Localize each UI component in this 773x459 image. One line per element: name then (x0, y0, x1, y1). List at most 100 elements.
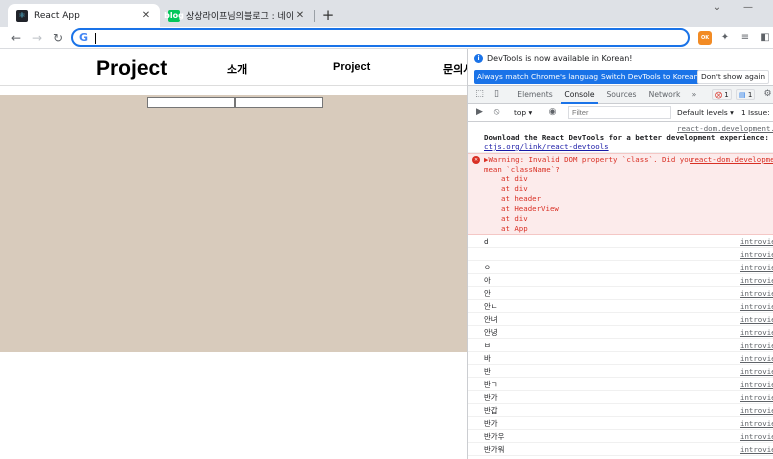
console-error-message: ✕ ▶Warning: Invalid DOM property `class`… (468, 153, 773, 235)
tab-console[interactable]: Console (561, 86, 598, 104)
minimize-icon[interactable]: — (738, 2, 758, 18)
console-toolbar: ▶ ⦸ top ▾ ◉ Default levels ▾ 1 Issue: (468, 104, 773, 122)
browser-toolbar: ← → ↻ G OK ✦ ≡ ◧ (0, 27, 773, 49)
log-source-link[interactable]: introvie (740, 443, 773, 456)
nav-item-contact[interactable]: 문의사 (443, 61, 467, 77)
settings-gear-icon[interactable]: ⚙ (762, 89, 773, 100)
back-icon[interactable]: ← (8, 30, 24, 46)
devtools-link[interactable]: ctjs.org/link/react-devtools (484, 142, 609, 151)
error-icon: ✕ (472, 156, 480, 164)
address-bar[interactable]: G (71, 28, 690, 47)
console-log-row: 아 introvie (468, 274, 773, 287)
match-language-button[interactable]: Always match Chrome's language (474, 70, 606, 84)
tab-sources[interactable]: Sources (604, 86, 639, 104)
log-text: 반갑 (484, 406, 498, 415)
log-text: 안 (484, 289, 491, 298)
sidebar-toggle-icon[interactable]: ▶ (474, 107, 485, 118)
switch-korean-button[interactable]: Switch DevTools to Korean (598, 70, 702, 84)
content-area (0, 95, 467, 352)
dont-show-again-button[interactable]: Don't show again (697, 70, 770, 84)
log-text: d (484, 237, 489, 246)
console-log-row: 반가워 introvie (468, 443, 773, 456)
nav-item-intro[interactable]: 소개 (227, 61, 247, 77)
message-source-link[interactable]: react-dom.development.js (677, 124, 773, 133)
inspect-icon[interactable]: ⬚ (474, 89, 485, 100)
text-input-2[interactable] (235, 97, 323, 108)
extension-icon[interactable]: OK (698, 31, 712, 45)
log-source-link[interactable]: introvie (740, 378, 773, 391)
message-count-badge[interactable]: ▤ 1 (736, 89, 756, 100)
log-text: 반가워 (484, 445, 505, 454)
log-text: 안녀 (484, 315, 498, 324)
console-log-row: introvie (468, 248, 773, 261)
close-icon[interactable]: ✕ (294, 10, 306, 21)
error-text-line1[interactable]: ▶Warning: Invalid DOM property `class`. … (484, 155, 693, 165)
error-icon: ⨂ (715, 91, 722, 99)
issues-button[interactable]: 1 Issue: (741, 107, 770, 118)
log-text: ㅂ (484, 341, 491, 350)
site-logo[interactable]: Project (96, 57, 167, 81)
nav-item-project[interactable]: Project (333, 61, 370, 73)
log-text: 반 (484, 367, 491, 376)
tab-network[interactable]: Network (645, 86, 684, 104)
context-label: top (514, 108, 527, 117)
log-source-link[interactable]: introvie (740, 235, 773, 248)
log-text: 바 (484, 354, 491, 363)
filter-input[interactable] (568, 106, 671, 119)
tab-search-icon[interactable]: ⌄ (707, 2, 727, 18)
forward-icon[interactable]: → (29, 30, 45, 46)
console-log: react-dom.development.js Download the Re… (468, 122, 773, 456)
error-source-link[interactable]: react-dom.developmen (690, 155, 773, 165)
tab-naver-blog[interactable]: blog 상상라이프님의블로그 : 네이버 ... ✕ (160, 4, 314, 27)
log-source-link[interactable]: introvie (740, 261, 773, 274)
console-log-row: 반가우 introvie (468, 430, 773, 443)
tab-strip: ⚛ React App ✕ blog 상상라이프님의블로그 : 네이버 ... … (0, 0, 773, 27)
console-log-row: 안 introvie (468, 287, 773, 300)
console-log-row: d introvie (468, 235, 773, 248)
reload-icon[interactable]: ↻ (50, 30, 66, 46)
site-header: Project 소개 Project 문의사 (0, 49, 467, 86)
log-text: 반가 (484, 419, 498, 428)
browser-window: ⚛ React App ✕ blog 상상라이프님의블로그 : 네이버 ... … (0, 0, 773, 459)
console-log-row: 바 introvie (468, 352, 773, 365)
log-source-link[interactable]: introvie (740, 391, 773, 404)
log-source-link[interactable]: introvie (740, 300, 773, 313)
eye-icon[interactable]: ◉ (547, 107, 558, 118)
clear-console-icon[interactable]: ⦸ (491, 107, 502, 118)
log-source-link[interactable]: introvie (740, 274, 773, 287)
stack-frame: at div (501, 184, 528, 193)
log-source-link[interactable]: introvie (740, 404, 773, 417)
tab-elements[interactable]: Elements (515, 86, 555, 104)
device-toolbar-icon[interactable]: ▯ (491, 89, 502, 100)
more-tabs-button[interactable]: » (688, 86, 700, 104)
puzzle-icon[interactable]: ✦ (718, 31, 732, 45)
text-input-1[interactable] (147, 97, 235, 108)
log-source-link[interactable]: introvie (740, 313, 773, 326)
log-levels-label: Default levels (677, 108, 728, 117)
log-source-link[interactable]: introvie (740, 339, 773, 352)
new-tab-button[interactable]: + (318, 5, 338, 25)
log-source-link[interactable]: introvie (740, 326, 773, 339)
log-levels-dropdown[interactable]: Default levels ▾ (677, 107, 734, 118)
console-log-row: 안ㄴ introvie (468, 300, 773, 313)
reading-list-icon[interactable]: ≡ (738, 31, 752, 45)
message-count: 1 (747, 91, 753, 99)
stack-frame: at App (501, 224, 528, 233)
log-source-link[interactable]: introvie (740, 417, 773, 430)
log-source-link[interactable]: introvie (740, 352, 773, 365)
context-selector[interactable]: top ▾ (514, 107, 532, 118)
close-icon[interactable]: ✕ (140, 10, 152, 21)
log-text: 반가 (484, 393, 498, 402)
error-count: 1 (724, 91, 729, 99)
console-log-row: 안녕 introvie (468, 326, 773, 339)
stack-frame: at HeaderView (501, 204, 559, 213)
log-source-link[interactable]: introvie (740, 248, 773, 261)
side-panel-icon[interactable]: ◧ (758, 31, 772, 45)
log-source-link[interactable]: introvie (740, 365, 773, 378)
console-info-message: react-dom.development.js Download the Re… (468, 122, 773, 153)
log-source-link[interactable]: introvie (740, 430, 773, 443)
log-source-link[interactable]: introvie (740, 287, 773, 300)
devtools-panel: i DevTools is now available in Korean! A… (467, 49, 773, 459)
tab-react-app[interactable]: ⚛ React App ✕ (8, 4, 160, 27)
error-count-badge[interactable]: ⨂ 1 (712, 89, 732, 100)
